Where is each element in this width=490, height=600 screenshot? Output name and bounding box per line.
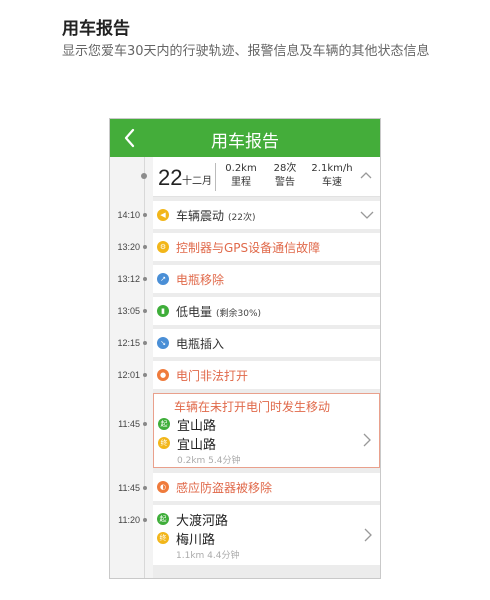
end-badge: 终 (157, 532, 169, 544)
timeline-dot (143, 213, 147, 217)
timeline-dot (143, 518, 147, 522)
timeline-dot (143, 373, 147, 377)
warning-icon: ⚙ (157, 241, 169, 253)
timeline-dot (143, 341, 147, 345)
trip-card[interactable]: 车辆在未打开电门时发生移动 起 宜山路 终 宜山路 0.2km 5.4分钟 (153, 393, 380, 468)
event-row[interactable]: ◀ 车辆震动 (22次) (153, 201, 380, 229)
key-icon: ● (157, 369, 169, 381)
event-label: 低电量 (176, 305, 213, 319)
event-time: 12:15 (117, 338, 140, 348)
event-label: 电瓶插入 (176, 337, 225, 351)
page-title: 用车报告 (211, 132, 279, 152)
summary-dot (141, 173, 147, 179)
event-label: 电门非法打开 (176, 369, 249, 383)
event-label: 电瓶移除 (176, 273, 225, 287)
trip-card[interactable]: 起 大渡河路 终 梅川路 1.1km 4.4分钟 (153, 505, 380, 565)
battery-low-icon: ▮ (157, 305, 169, 317)
chevron-down-icon[interactable] (360, 211, 374, 220)
trip-start: 大渡河路 (176, 514, 229, 529)
day-summary[interactable]: 22 十二月 0.2km 里程 28次 警告 2.1km/h 车速 (153, 157, 380, 197)
intro-description: 显示您爱车30天内的行驶轨迹、报警信息及车辆的其他状态信息 (62, 44, 430, 59)
event-time: 13:12 (117, 274, 140, 284)
timeline-dot (143, 422, 147, 426)
timeline-dot (143, 309, 147, 313)
stat-mileage: 0.2km 里程 (225, 163, 257, 188)
plug-icon: ↘ (157, 337, 169, 349)
event-row[interactable]: ◐ 感应防盗器被移除 (153, 473, 380, 501)
summary-divider (215, 163, 216, 191)
event-label: 控制器与GPS设备通信故障 (176, 241, 321, 255)
event-time: 11:45 (118, 419, 140, 429)
event-label: 感应防盗器被移除 (176, 481, 273, 495)
event-time: 13:05 (117, 306, 140, 316)
chevron-up-icon[interactable] (360, 171, 372, 179)
trip-start: 宜山路 (177, 419, 217, 434)
event-row[interactable]: ↘ 电瓶插入 (153, 329, 380, 357)
chevron-right-icon[interactable] (364, 528, 372, 542)
event-time: 11:45 (118, 483, 140, 493)
alarm-icon: ◐ (157, 481, 169, 493)
trip-end: 宜山路 (177, 438, 217, 453)
event-row[interactable]: ● 电门非法打开 (153, 361, 380, 389)
timeline-dot (143, 277, 147, 281)
summary-month: 十二月 (182, 176, 212, 187)
start-badge: 起 (158, 418, 170, 430)
summary-day: 22 (158, 165, 183, 190)
start-badge: 起 (157, 513, 169, 525)
event-row[interactable]: ⚙ 控制器与GPS设备通信故障 (153, 233, 380, 261)
trip-end: 梅川路 (176, 533, 216, 548)
stat-warnings: 28次 警告 (273, 163, 297, 188)
event-time: 11:20 (118, 515, 140, 525)
event-time: 13:20 (117, 242, 140, 252)
event-row[interactable]: ▮ 低电量 (剩余30%) (153, 297, 380, 325)
event-sub: (22次) (228, 213, 256, 223)
intro-title: 用车报告 (62, 19, 130, 39)
timeline-line (144, 157, 145, 578)
trip-title: 车辆在未打开电门时发生移动 (174, 400, 331, 414)
trip-meta: 1.1km 4.4分钟 (176, 551, 240, 561)
chevron-right-icon[interactable] (363, 433, 371, 447)
event-label: 车辆震动 (176, 209, 225, 223)
event-sub: (剩余30%) (216, 309, 262, 319)
vibration-icon: ◀ (157, 209, 169, 221)
stat-speed: 2.1km/h 车速 (311, 163, 353, 188)
event-time: 12:01 (117, 370, 140, 380)
trip-meta: 0.2km 5.4分钟 (177, 456, 241, 466)
end-badge: 终 (158, 437, 170, 449)
battery-icon: ↗ (157, 273, 169, 285)
app-bar: 用车报告 (110, 119, 380, 157)
timeline-dot (143, 245, 147, 249)
event-time: 14:10 (117, 210, 140, 220)
timeline-dot (143, 486, 147, 490)
phone-frame: 用车报告 22 十二月 0.2km 里程 28次 警告 2.1km/h 车速 ◀… (109, 118, 381, 579)
event-row[interactable]: ↗ 电瓶移除 (153, 265, 380, 293)
